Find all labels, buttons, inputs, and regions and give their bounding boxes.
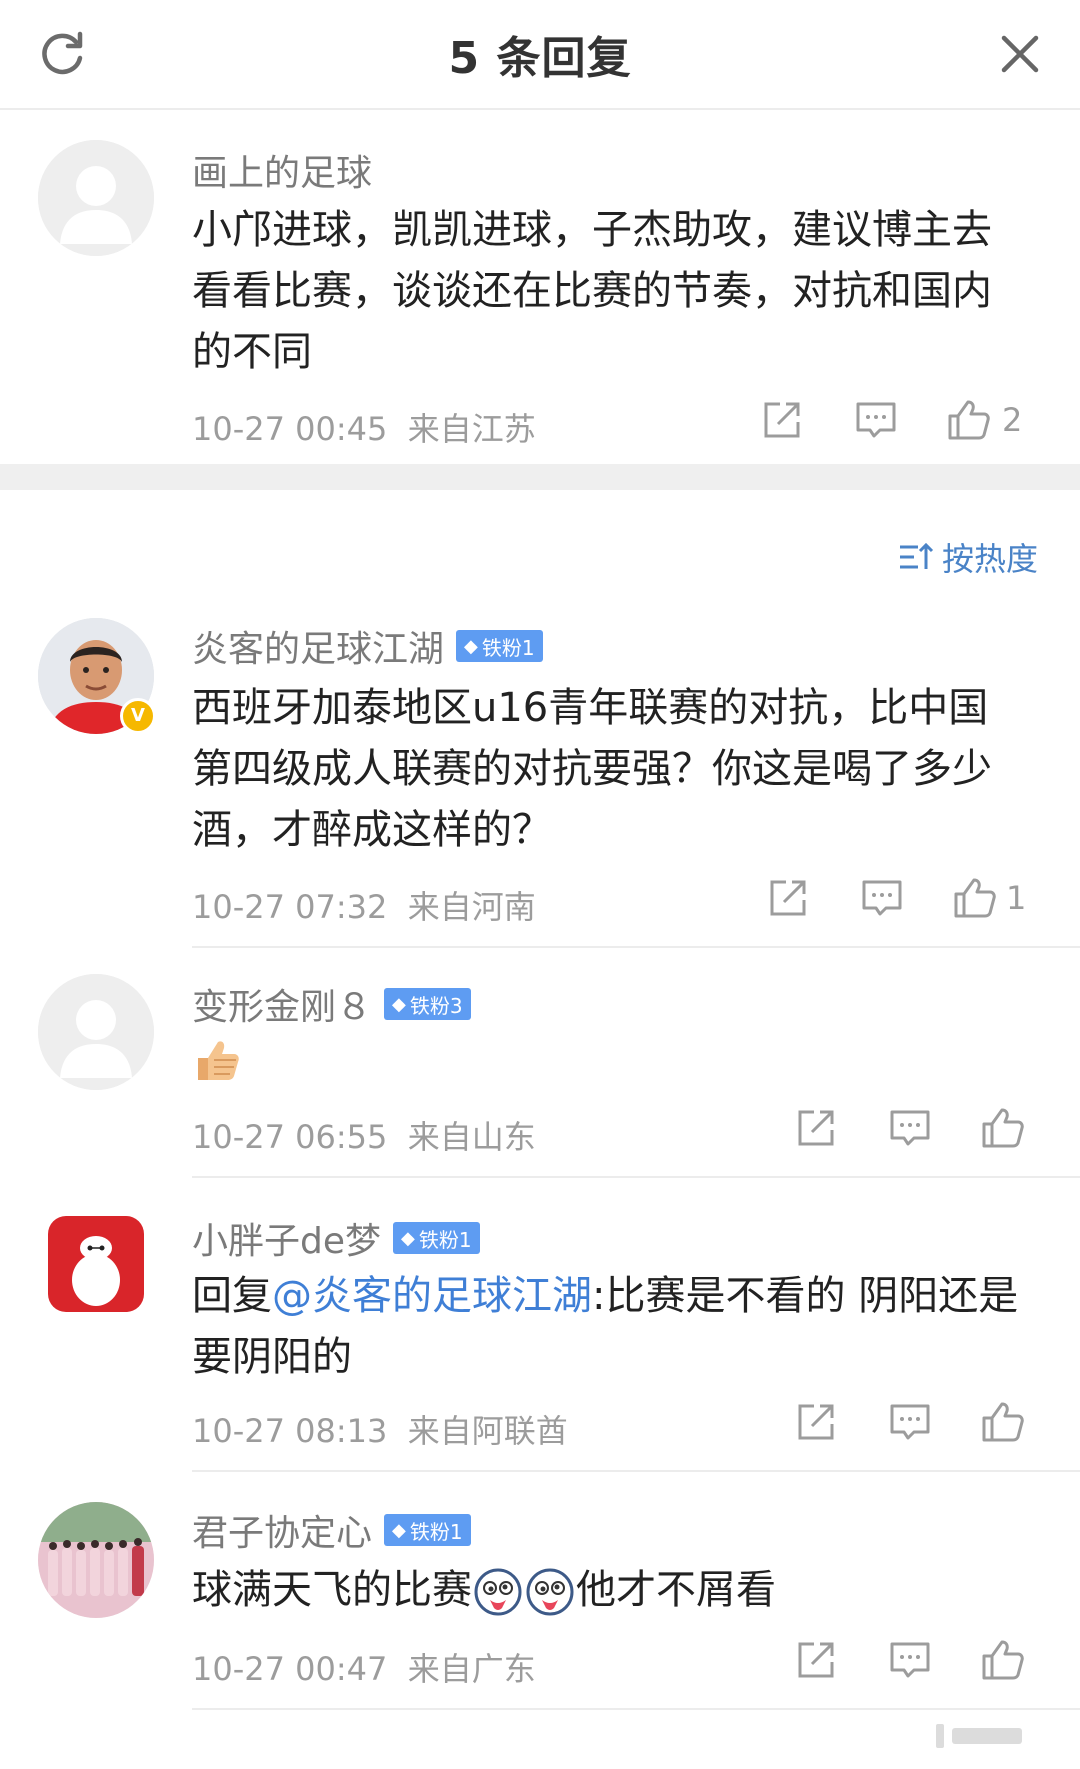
header: 5 条回复 [0,0,1080,110]
reply-button[interactable] [860,876,904,920]
page-title: 5 条回复 [448,33,632,84]
comment-text: 西班牙加泰地区u16青年联赛的对抗，比中国第四级成人联赛的对抗要强？你这是喝了多… [192,685,992,853]
share-button[interactable] [760,398,804,442]
baymax-avatar-icon [48,1216,144,1312]
close-icon[interactable] [996,30,1044,78]
share-icon [764,402,800,438]
thumbs-up-icon [954,878,996,918]
verified-badge-icon: V [120,698,156,734]
share-button[interactable] [766,876,810,920]
timestamp: 10-27 08:13 [192,1412,388,1450]
like-button[interactable]: 2 [946,398,1022,442]
location: 来自河南 [407,888,536,926]
location: 来自广东 [407,1650,536,1688]
divider [192,1708,1080,1710]
reply-button[interactable] [854,398,898,442]
share-button[interactable] [794,1638,838,1682]
divider [192,946,1080,948]
share-icon [798,1642,834,1678]
sort-icon [899,542,934,569]
username[interactable]: 画上的足球 [192,144,372,196]
comment-meta: 10-27 07:32 来自河南 [192,882,536,928]
share-button[interactable] [794,1400,838,1444]
comment-actions [794,1106,1034,1156]
fan-badge: ◆ 铁粉1 [456,630,543,662]
divider [192,1470,1080,1472]
share-icon [798,1110,834,1146]
comment-meta: 10-27 06:55 来自山东 [192,1112,536,1158]
comment-actions [794,1400,1034,1450]
timestamp: 10-27 06:55 [192,1118,388,1156]
thumbs-up-icon [982,1640,1024,1680]
share-icon [798,1404,834,1440]
comment-actions: 2 [760,398,1060,448]
location: 来自山东 [407,1118,536,1156]
avatar[interactable] [42,1210,150,1318]
username[interactable]: 变形金刚８ ◆ 铁粉3 [192,978,471,1030]
timestamp: 10-27 00:47 [192,1650,388,1688]
comment-icon [890,1110,930,1146]
comment-text: 回复@炎客的足球江湖:比赛是不看的 阴阳还是要阴阳的 [192,1273,1019,1380]
default-avatar-icon [38,974,154,1090]
comment-icon [890,1642,930,1678]
diamond-icon: ◆ [464,635,478,657]
comment-icon [890,1404,930,1440]
thumbs-up-emoji [198,1041,239,1080]
diamond-icon: ◆ [392,993,406,1015]
thumbs-up-icon [982,1108,1024,1148]
location: 来自江苏 [407,410,536,448]
comment-icon [856,402,896,438]
username[interactable]: 君子协定心 ◆ 铁粉1 [192,1504,471,1556]
diamond-icon: ◆ [392,1519,406,1541]
share-button[interactable] [794,1106,838,1150]
divider [192,1176,1080,1178]
crazy-face-emoji [474,1568,522,1616]
sort-toggle[interactable]: 按热度 [898,534,1038,580]
avatar[interactable] [38,1502,154,1618]
comment-actions: 1 [766,876,1066,926]
comment-meta: 10-27 08:13 来自阿联酋 [192,1406,568,1452]
reply-button[interactable] [888,1638,932,1682]
like-count: 2 [1002,401,1023,439]
avatar[interactable] [38,974,154,1090]
timestamp: 10-27 07:32 [192,888,388,926]
fan-badge: ◆ 铁粉1 [393,1222,480,1254]
mention-link[interactable]: @炎客的足球江湖 [272,1273,592,1319]
like-button[interactable] [980,1106,1026,1150]
fan-badge: ◆ 铁粉1 [384,1514,471,1546]
username[interactable]: 小胖子de梦 ◆ 铁粉1 [192,1212,480,1264]
username[interactable]: 炎客的足球江湖 ◆ 铁粉1 [192,620,543,672]
share-icon [770,880,806,916]
location: 来自阿联酋 [407,1412,568,1450]
watermark-icon [936,1724,1022,1748]
comment-meta: 10-27 00:45 来自江苏 [192,404,536,450]
timestamp: 10-27 00:45 [192,410,388,448]
comment-actions [794,1638,1034,1688]
default-avatar-icon [38,140,154,256]
fan-badge: ◆ 铁粉3 [384,988,471,1020]
like-count: 1 [1006,879,1027,917]
like-button[interactable]: 1 [952,876,1026,920]
comment-text: 小邝进球，凯凯进球，子杰助攻，建议博主去看看比赛，谈谈还在比赛的节奏，对抗和国内… [192,207,992,375]
comment-meta: 10-27 00:47 来自广东 [192,1644,536,1690]
avatar[interactable] [38,140,154,256]
section-gap [0,464,1080,490]
reply-button[interactable] [888,1106,932,1150]
like-button[interactable] [980,1638,1026,1682]
like-button[interactable] [980,1400,1026,1444]
crazy-face-emoji [526,1568,574,1616]
group-photo-icon [38,1502,154,1618]
thumbs-up-icon [982,1402,1024,1442]
comment-icon [862,880,902,916]
diamond-icon: ◆ [401,1227,415,1249]
reply-button[interactable] [888,1400,932,1444]
thumbs-up-icon [948,400,990,440]
comment-text: 球满天飞的比赛 他才不屑看 [192,1560,1022,1621]
